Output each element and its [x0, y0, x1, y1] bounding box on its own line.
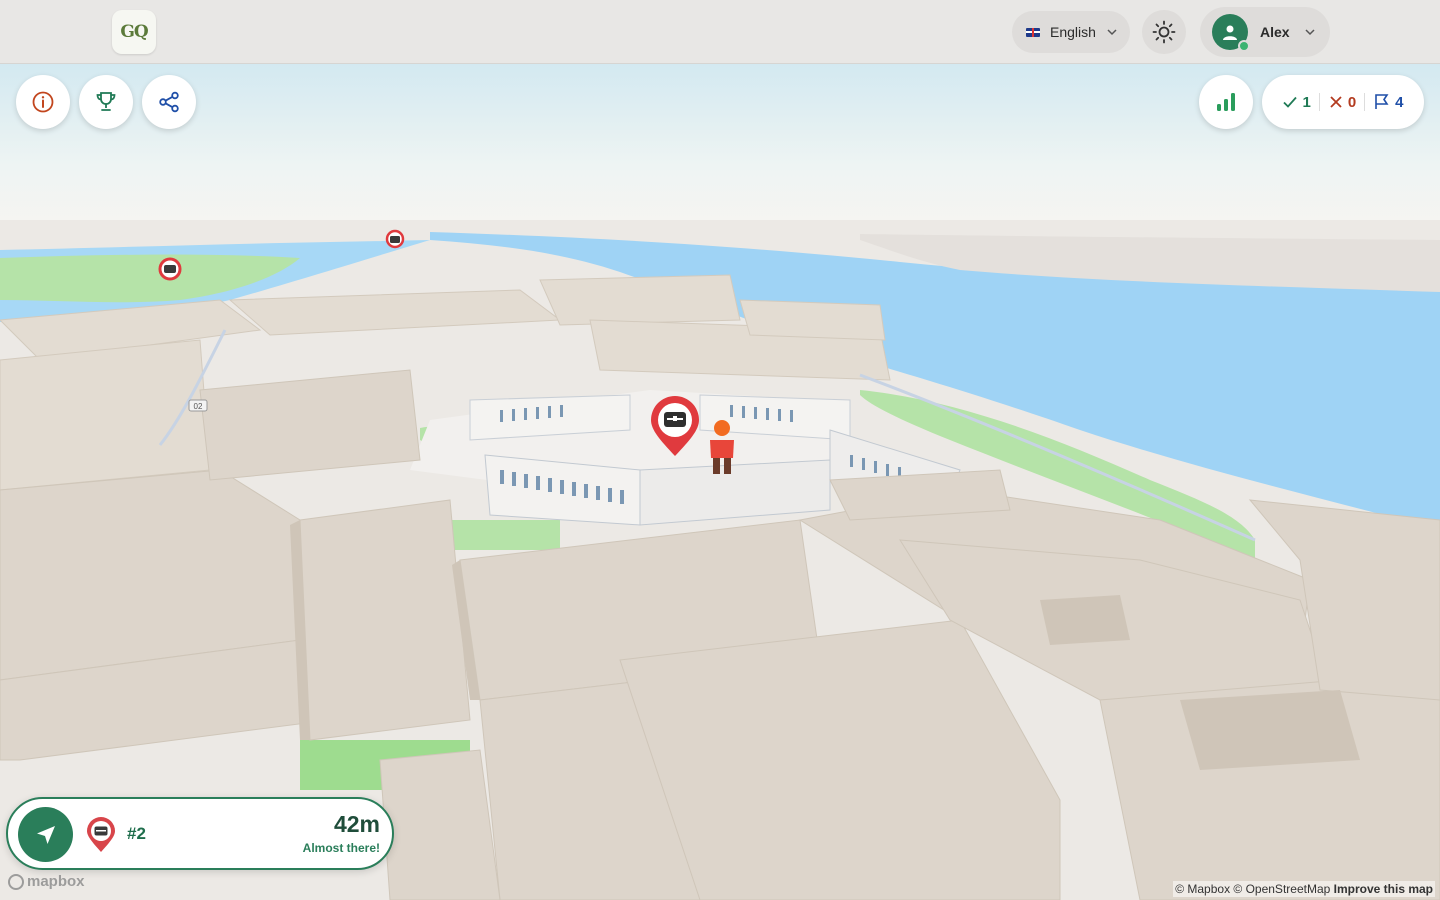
- share-button[interactable]: [142, 75, 196, 129]
- wrong-count: 0: [1328, 94, 1356, 111]
- distance-hint: Almost there!: [302, 841, 380, 855]
- cross-icon: [1330, 96, 1342, 108]
- bar-chart-icon: [1217, 93, 1235, 111]
- navigate-button[interactable]: [18, 807, 73, 862]
- flags-count: 4: [1373, 93, 1404, 111]
- mapbox-logo[interactable]: mapbox: [8, 873, 85, 890]
- attribution-text[interactable]: © Mapbox © OpenStreetMap: [1175, 882, 1330, 896]
- correct-count: 1: [1282, 93, 1311, 111]
- info-icon: [32, 91, 54, 113]
- navigation-arrow-icon: [36, 825, 55, 844]
- app-logo-text: GQ: [120, 22, 148, 42]
- map-attribution: © Mapbox © OpenStreetMap Improve this ma…: [1173, 881, 1435, 897]
- theme-toggle-button[interactable]: [1142, 10, 1186, 54]
- chevron-down-icon: [1305, 29, 1315, 36]
- uk-flag-icon: [1026, 27, 1040, 37]
- map-canvas[interactable]: 02: [0, 0, 1440, 900]
- trophy-icon: [96, 92, 116, 111]
- divider: [1364, 93, 1366, 111]
- top-bar: GQ English Alex: [0, 0, 1440, 64]
- check-icon: [1283, 96, 1298, 108]
- map-3d-view[interactable]: 02: [0, 0, 1440, 900]
- score-summary[interactable]: 1 0 4: [1262, 75, 1424, 129]
- treasure-chest-pin-icon: [87, 817, 115, 852]
- leaderboard-button[interactable]: [79, 75, 133, 129]
- divider: [1318, 93, 1320, 111]
- user-icon: [1223, 25, 1237, 40]
- language-selector[interactable]: English: [1012, 11, 1130, 53]
- flags-count-value: 4: [1395, 93, 1404, 111]
- flag-icon: [1375, 94, 1389, 109]
- info-button[interactable]: [16, 75, 70, 129]
- correct-count-value: 1: [1302, 93, 1311, 111]
- road-label: 02: [194, 402, 203, 411]
- user-menu-button[interactable]: Alex: [1200, 7, 1330, 57]
- mapbox-icon: [8, 873, 24, 890]
- stats-button[interactable]: [1199, 75, 1253, 129]
- language-label: English: [1050, 24, 1096, 40]
- target-index: #2: [127, 824, 146, 843]
- sun-icon: [1152, 20, 1176, 44]
- online-status-dot: [1238, 40, 1250, 52]
- user-name: Alex: [1260, 24, 1290, 40]
- target-card[interactable]: #2 42m Almost there!: [6, 797, 394, 870]
- treasure-marker-far-2[interactable]: [385, 229, 405, 249]
- chevron-down-icon: [1107, 29, 1117, 36]
- mapbox-logo-text: mapbox: [27, 873, 85, 890]
- improve-map-link[interactable]: Improve this map: [1334, 882, 1433, 896]
- share-icon: [159, 91, 179, 113]
- treasure-marker-far-1[interactable]: [158, 257, 182, 281]
- distance-value: 42m: [333, 811, 380, 837]
- app-logo[interactable]: GQ: [112, 10, 156, 54]
- park-garden: [450, 520, 560, 550]
- avatar: [1212, 14, 1250, 52]
- wrong-count-value: 0: [1347, 93, 1357, 111]
